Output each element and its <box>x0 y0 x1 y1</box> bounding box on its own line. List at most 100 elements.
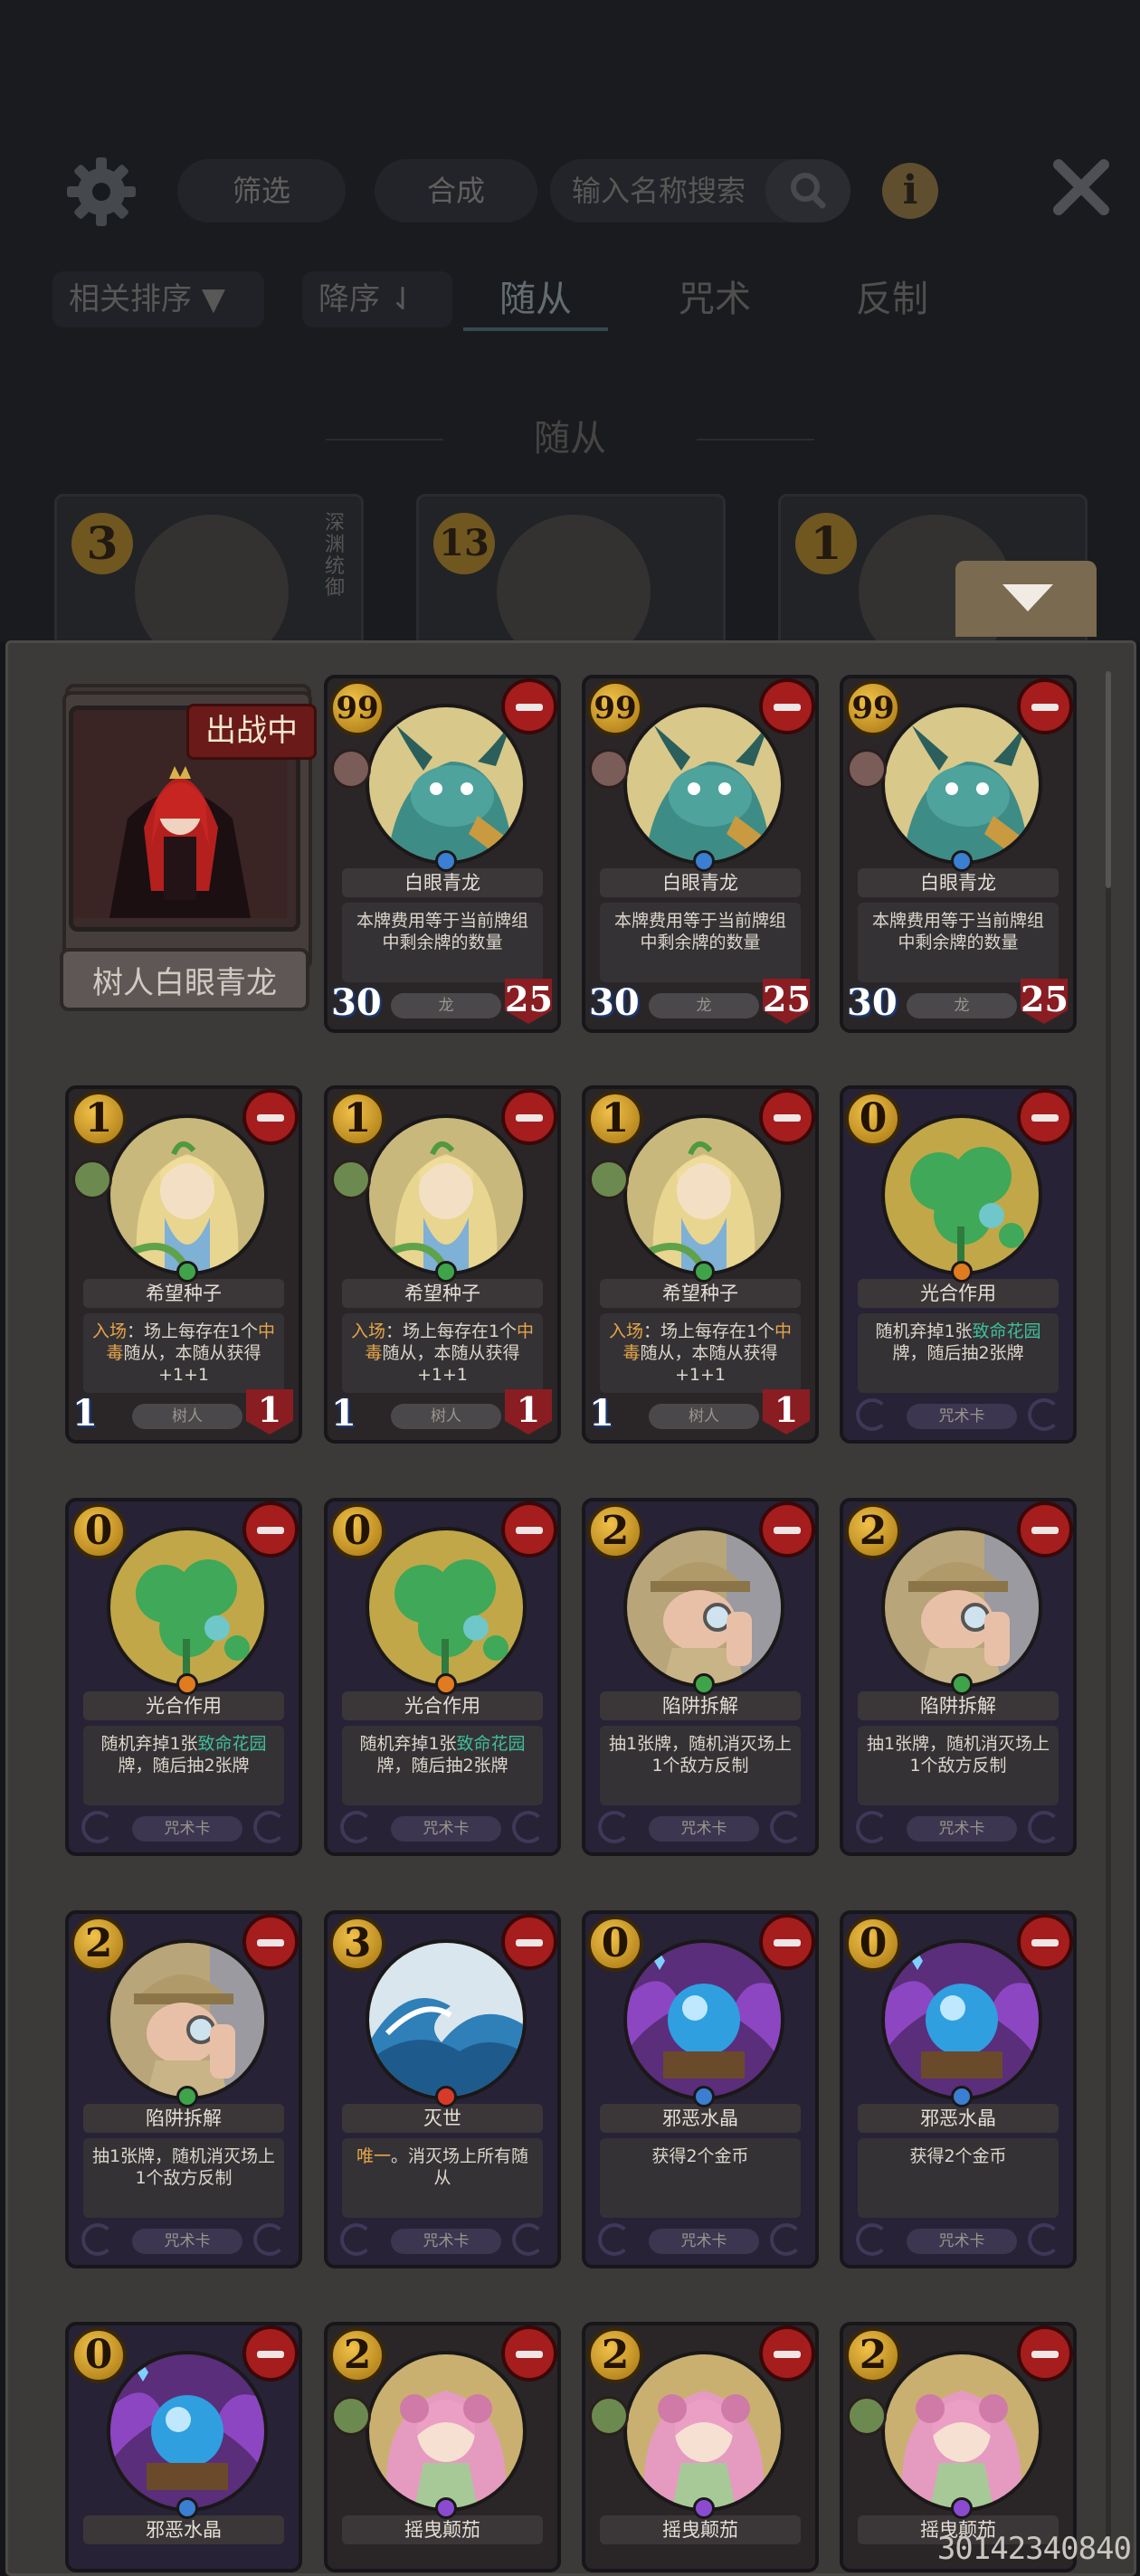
card-type-label: 咒术卡 <box>649 2229 759 2254</box>
minion-card[interactable]: 99 白眼青龙 本牌费用等于当前牌组中剩余牌的数量 30 25 龙 <box>840 675 1077 1033</box>
remove-card-button[interactable] <box>501 1914 557 1970</box>
card-description-part: 随从，本随从获得+1+1 <box>640 1343 778 1385</box>
spell-card[interactable]: 0 光合作用 随机弃掉1张致命花园牌，随后抽2张牌 咒术卡 <box>65 1498 302 1856</box>
spell-card[interactable]: 0 光合作用 随机弃掉1张致命花园牌，随后抽2张牌 咒术卡 <box>324 1498 561 1856</box>
card-cost: 99 <box>845 680 901 736</box>
card-type-label: 龙 <box>907 993 1017 1018</box>
remove-card-button[interactable] <box>759 1914 815 1970</box>
search-button[interactable] <box>765 159 850 223</box>
remove-card-button[interactable] <box>759 2325 815 2382</box>
health-value: 25 <box>1021 979 1068 1024</box>
filter-button[interactable]: 筛选 <box>177 159 346 223</box>
card-description-part: 随机弃掉1张 <box>875 1321 973 1341</box>
beast-tribe-icon <box>589 749 629 789</box>
gear-icon[interactable] <box>63 154 139 230</box>
remove-card-button[interactable] <box>759 1501 815 1558</box>
card-art <box>366 2351 527 2512</box>
health-value: 1 <box>505 1389 552 1435</box>
remove-card-button[interactable] <box>242 1089 299 1145</box>
remove-card-button[interactable] <box>501 1089 557 1145</box>
scrollbar[interactable] <box>1106 671 1111 2552</box>
remove-card-button[interactable] <box>759 1089 815 1145</box>
attack-value: 30 <box>331 981 382 1024</box>
hero-card[interactable]: 出战中 树人白眼青龙 <box>60 684 317 1020</box>
sort-relevance-dropdown[interactable]: 相关排序 ▼ <box>52 271 264 327</box>
beast-tribe-icon <box>847 749 887 789</box>
spell-card[interactable]: 0 邪恶水晶 <box>65 2322 302 2572</box>
rarity-gem-icon <box>176 2086 198 2107</box>
card-type-label: 咒术卡 <box>391 1816 501 1842</box>
remove-card-button[interactable] <box>1017 1501 1073 1558</box>
minion-card[interactable]: 2 摇曳颠茄 <box>582 2322 819 2572</box>
remove-card-button[interactable] <box>501 678 557 734</box>
health-value: 25 <box>763 979 810 1024</box>
minion-card[interactable]: 99 白眼青龙 本牌费用等于当前牌组中剩余牌的数量 30 25 龙 <box>582 675 819 1033</box>
tab-minions[interactable]: 随从 <box>463 271 608 331</box>
card-art <box>623 1527 784 1688</box>
rarity-gem-icon <box>951 2086 973 2107</box>
swirl-ornament-icon <box>512 2223 545 2256</box>
remove-card-button[interactable] <box>759 678 815 734</box>
card-cost: 2 <box>587 2327 643 2383</box>
card-description: 获得2个金币 <box>858 2138 1059 2218</box>
spell-card[interactable]: 0 光合作用 随机弃掉1张致命花园牌，随后抽2张牌 咒术卡 <box>840 1085 1077 1444</box>
sort-order-button[interactable]: 降序 ⇃ <box>302 271 452 327</box>
swirl-ornament-icon <box>253 1811 286 1843</box>
card-type-label: 咒术卡 <box>907 2229 1017 2254</box>
remove-card-button[interactable] <box>242 2325 299 2382</box>
minion-card[interactable]: 99 白眼青龙 本牌费用等于当前牌组中剩余牌的数量 30 25 龙 <box>324 675 561 1033</box>
remove-card-button[interactable] <box>1017 1914 1073 1970</box>
minion-card[interactable]: 1 希望种子 入场：场上每存在1个中毒随从，本随从获得+1+1 1 1 树人 <box>324 1085 561 1444</box>
minion-card[interactable]: 1 希望种子 入场：场上每存在1个中毒随从，本随从获得+1+1 1 1 树人 <box>582 1085 819 1444</box>
rarity-gem-icon <box>176 1673 198 1695</box>
card-cost: 1 <box>795 513 857 574</box>
card-type-label: 咒术卡 <box>907 1816 1017 1842</box>
craft-button[interactable]: 合成 <box>375 159 537 223</box>
scrollbar-thumb[interactable] <box>1106 671 1111 888</box>
card-cost: 99 <box>329 680 385 736</box>
minion-card[interactable]: 2 摇曳颠茄 <box>324 2322 561 2572</box>
spell-card[interactable]: 3 灭世 唯一。消灭场上所有随从 咒术卡 <box>324 1910 561 2268</box>
remove-card-button[interactable] <box>1017 1089 1073 1145</box>
search-icon <box>791 173 826 209</box>
collapse-panel-button[interactable] <box>955 561 1097 637</box>
remove-card-button[interactable] <box>1017 678 1073 734</box>
card-art <box>623 2351 784 2512</box>
remove-card-button[interactable] <box>501 1501 557 1558</box>
remove-card-button[interactable] <box>1017 2325 1073 2382</box>
card-description: 抽1张牌，随机消灭场上1个敌方反制 <box>83 2138 284 2218</box>
info-button[interactable]: i <box>882 163 938 219</box>
card-cost: 2 <box>71 1916 127 1972</box>
tab-spells[interactable]: 咒术 <box>642 271 787 327</box>
remove-card-button[interactable] <box>242 1501 299 1558</box>
collection-card[interactable]: 3 深渊统御 <box>54 494 364 653</box>
minion-card[interactable]: 1 希望种子 入场：场上每存在1个中毒随从，本随从获得+1+1 1 1 树人 <box>65 1085 302 1444</box>
card-name: 摇曳颠茄 <box>342 2515 543 2544</box>
remove-card-button[interactable] <box>242 1914 299 1970</box>
card-art <box>107 1939 268 2100</box>
tab-counters[interactable]: 反制 <box>820 271 964 327</box>
spell-card[interactable]: 2 陷阱拆解 抽1张牌，随机消灭场上1个敌方反制 咒术卡 <box>840 1498 1077 1856</box>
plant-tribe-icon <box>847 2396 887 2436</box>
spell-card[interactable]: 2 陷阱拆解 抽1张牌，随机消灭场上1个敌方反制 咒术卡 <box>582 1498 819 1856</box>
attack-value: 30 <box>589 981 640 1024</box>
hero-name: 树人白眼青龙 <box>60 948 309 1011</box>
card-name: 希望种子 <box>342 1279 543 1308</box>
attack-value: 1 <box>589 1392 614 1435</box>
card-type-label: 树人 <box>649 1404 759 1429</box>
card-art <box>366 704 527 865</box>
remove-card-button[interactable] <box>501 2325 557 2382</box>
collection-card[interactable]: 13 <box>416 494 726 653</box>
rarity-gem-icon <box>951 850 973 872</box>
spell-card[interactable]: 2 陷阱拆解 抽1张牌，随机消灭场上1个敌方反制 咒术卡 <box>65 1910 302 2268</box>
spell-card[interactable]: 0 邪恶水晶 获得2个金币 咒术卡 <box>582 1910 819 2268</box>
swirl-ornament-icon <box>856 2223 888 2256</box>
spell-card[interactable]: 0 邪恶水晶 获得2个金币 咒术卡 <box>840 1910 1077 2268</box>
beast-tribe-icon <box>331 749 371 789</box>
attack-value: 1 <box>331 1392 356 1435</box>
close-icon[interactable] <box>1050 156 1113 219</box>
swirl-ornament-icon <box>770 1811 803 1843</box>
card-name: 白眼青龙 <box>342 868 543 897</box>
card-description-part: 入场 <box>91 1321 127 1341</box>
card-name: 白眼青龙 <box>600 868 801 897</box>
